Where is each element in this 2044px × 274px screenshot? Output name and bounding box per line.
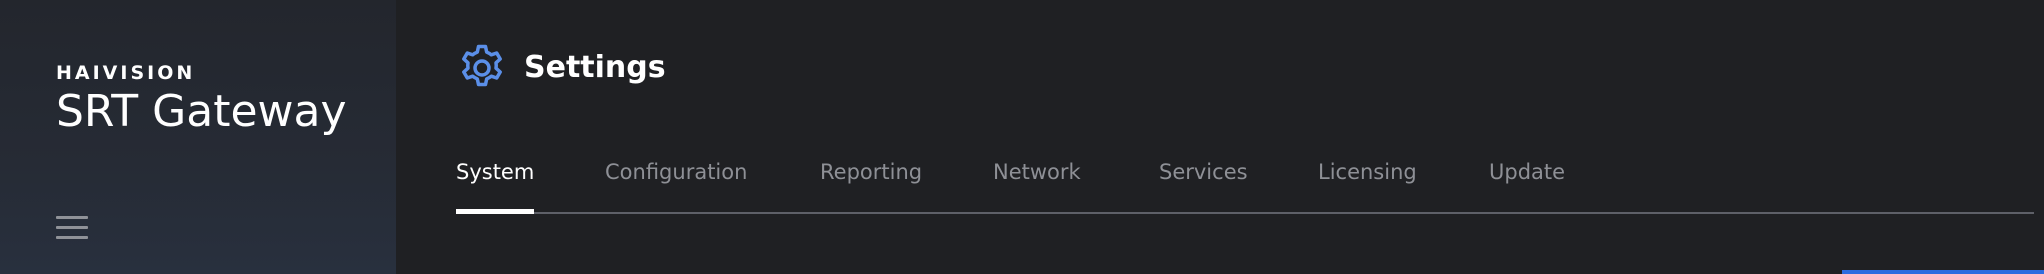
action-button-edge[interactable] (1842, 270, 2044, 274)
tab-update[interactable]: Update (1489, 150, 1565, 212)
brand-logo[interactable]: HAIVISION SRT Gateway (56, 62, 347, 138)
tab-licensing[interactable]: Licensing (1318, 150, 1417, 212)
tab-network[interactable]: Network (993, 150, 1081, 212)
page-header: Settings (456, 42, 666, 94)
gear-icon (462, 44, 502, 87)
settings-tabs: System Configuration Reporting Network S… (456, 150, 2034, 214)
tab-configuration[interactable]: Configuration (605, 150, 747, 212)
hamburger-menu-icon[interactable] (56, 216, 88, 240)
tab-system[interactable]: System (456, 150, 535, 214)
sidebar: HAIVISION SRT Gateway (0, 0, 396, 274)
app-window: HAIVISION SRT Gateway Settings System Co… (0, 0, 2044, 274)
main-content: Settings System Configuration Reporting … (396, 0, 2044, 274)
brand-product: SRT Gateway (56, 86, 347, 137)
tab-services[interactable]: Services (1159, 150, 1248, 212)
page-title: Settings (524, 50, 666, 85)
brand-company: HAIVISION (56, 62, 196, 84)
tab-reporting[interactable]: Reporting (820, 150, 922, 212)
